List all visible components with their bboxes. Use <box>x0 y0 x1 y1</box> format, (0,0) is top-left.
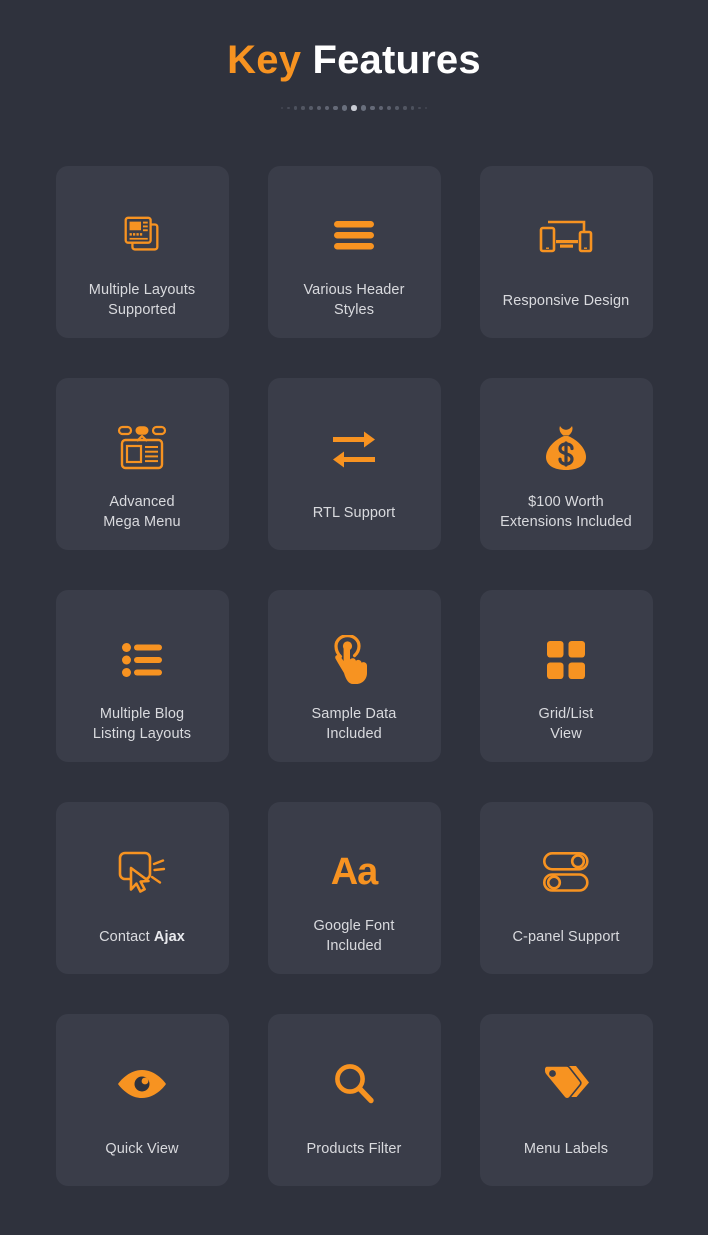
price-tags-icon <box>542 1056 590 1112</box>
feature-card-various-header-styles[interactable]: Various Header Styles <box>267 166 441 338</box>
aa-typography-glyph: Aa <box>330 850 379 893</box>
feature-card-label: Multiple Blog Listing Layouts <box>92 706 192 742</box>
divider-dot <box>342 105 348 111</box>
bullet-list-icon <box>122 632 162 688</box>
page-title-accent: Key <box>227 38 302 82</box>
divider-dot <box>369 105 375 111</box>
grid-squares-icon <box>547 632 585 688</box>
feature-card-quick-view[interactable]: Quick View <box>55 1014 229 1186</box>
divider-dot <box>333 105 339 111</box>
divider-dot <box>395 106 400 110</box>
responsive-devices-icon <box>539 208 593 264</box>
feature-grid: Multiple Layouts Supported Various Heade… <box>0 166 708 1186</box>
page-title-rest: Features <box>301 38 481 82</box>
newspaper-layout-icon <box>119 208 165 264</box>
dot-divider <box>269 102 439 114</box>
click-cursor-icon <box>118 844 166 900</box>
feature-card-label: Google Font Included <box>313 918 395 954</box>
feature-card-advanced-mega-menu[interactable]: Advanced Mega Menu <box>55 378 229 550</box>
exchange-arrows-icon <box>331 420 377 476</box>
eye-icon <box>117 1056 167 1112</box>
feature-card-label: Products Filter <box>306 1141 402 1157</box>
magnifier-search-icon <box>334 1056 374 1112</box>
feature-card-label: Quick View <box>105 1141 179 1157</box>
divider-dot <box>410 106 414 110</box>
toggle-switches-icon <box>543 844 589 900</box>
feature-card-grid-list-view[interactable]: Grid/List View <box>479 590 653 762</box>
divider-dot <box>316 105 321 111</box>
feature-card-c-panel-support[interactable]: C-panel Support <box>479 802 653 974</box>
divider-dot <box>280 106 284 110</box>
divider-dot <box>424 106 428 110</box>
feature-card-extensions-included[interactable]: $100 Worth Extensions Included <box>479 378 653 550</box>
page-title: Key Features <box>0 38 708 82</box>
feature-card-responsive-design[interactable]: Responsive Design <box>479 166 653 338</box>
divider-dot <box>287 106 291 110</box>
money-bag-icon <box>544 420 588 476</box>
divider-dot <box>360 105 366 111</box>
feature-label-part: Contact <box>99 929 154 945</box>
divider-dot <box>301 106 305 110</box>
tap-hand-icon <box>331 632 377 688</box>
divider-dot <box>403 106 407 110</box>
feature-card-menu-labels[interactable]: Menu Labels <box>479 1014 653 1186</box>
feature-card-label: Sample Data Included <box>311 706 397 742</box>
feature-card-label: RTL Support <box>312 505 396 521</box>
feature-card-label: $100 Worth Extensions Included <box>500 494 632 530</box>
feature-card-multiple-blog-listing-layouts[interactable]: Multiple Blog Listing Layouts <box>55 590 229 762</box>
feature-card-label: Advanced Mega Menu <box>103 494 181 530</box>
divider-dot <box>378 105 384 111</box>
key-features-section: Key Features Multiple Layouts Supported … <box>0 0 708 1235</box>
feature-card-contact-ajax[interactable]: Contact Ajax <box>55 802 229 974</box>
divider-dot <box>417 106 421 110</box>
feature-card-sample-data-included[interactable]: Sample Data Included <box>267 590 441 762</box>
feature-card-label: Contact Ajax <box>56 927 229 947</box>
feature-card-multiple-layouts-supported[interactable]: Multiple Layouts Supported <box>55 166 229 338</box>
divider-dot <box>351 105 357 111</box>
divider-dot <box>308 106 313 110</box>
feature-card-products-filter[interactable]: Products Filter <box>267 1014 441 1186</box>
divider-dot <box>294 106 298 110</box>
feature-label-part: Ajax <box>153 929 185 945</box>
divider-dot <box>387 105 392 111</box>
mega-menu-icon <box>117 420 167 476</box>
feature-card-label: Menu Labels <box>523 1141 609 1157</box>
feature-card-rtl-support[interactable]: RTL Support <box>267 378 441 550</box>
feature-card-label: C-panel Support <box>512 929 620 945</box>
feature-card-label: Various Header Styles <box>303 282 405 318</box>
feature-card-google-font-included[interactable]: Aa Google Font Included <box>267 802 441 974</box>
section-header: Key Features <box>0 0 708 114</box>
feature-card-label: Responsive Design <box>502 293 630 309</box>
feature-card-label: Grid/List View <box>538 706 594 742</box>
hamburger-menu-icon <box>333 208 375 264</box>
feature-card-label: Multiple Layouts Supported <box>88 282 196 318</box>
divider-dot <box>324 105 330 111</box>
